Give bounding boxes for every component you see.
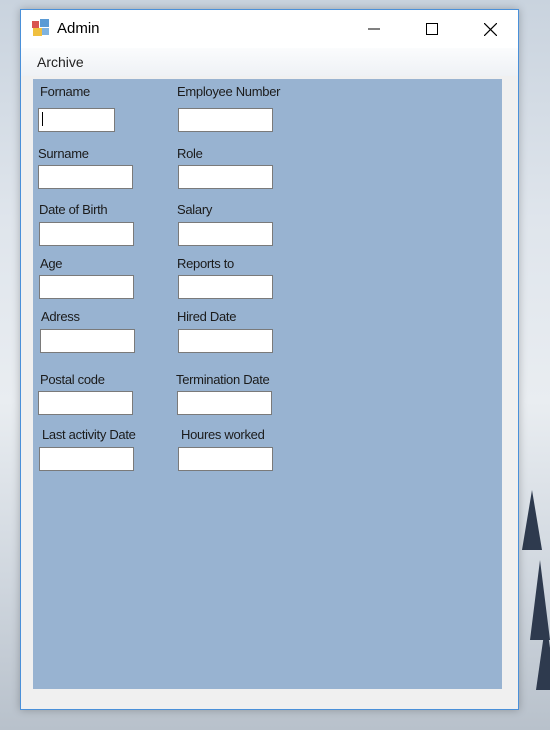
age-field[interactable]: [39, 275, 134, 299]
employee-form-panel: Forname Surname Date of Birth Age Adress…: [33, 79, 502, 689]
postal-code-field[interactable]: [38, 391, 133, 415]
date-of-birth-field[interactable]: [39, 222, 134, 246]
maximize-button[interactable]: [403, 10, 461, 48]
termination-date-field[interactable]: [177, 391, 272, 415]
termination-date-label: Termination Date: [176, 372, 270, 387]
app-form-icon: [32, 19, 49, 36]
close-button[interactable]: [461, 10, 519, 48]
employee-number-label: Employee Number: [177, 84, 281, 99]
employee-number-field[interactable]: [178, 108, 273, 132]
age-label: Age: [40, 256, 63, 271]
hired-date-label: Hired Date: [177, 309, 237, 324]
tree-decoration: [522, 490, 542, 550]
right-edge-strip: [502, 79, 518, 689]
postal-code-label: Postal code: [40, 372, 105, 387]
forname-label: Forname: [40, 84, 90, 99]
surname-field[interactable]: [38, 165, 133, 189]
salary-label: Salary: [177, 202, 213, 217]
last-activity-date-field[interactable]: [39, 447, 134, 471]
tree-decoration: [536, 620, 550, 690]
menu-bar: Archive: [21, 48, 518, 76]
menu-item-archive[interactable]: Archive: [31, 53, 90, 71]
role-field[interactable]: [178, 165, 273, 189]
minimize-button[interactable]: [345, 10, 403, 48]
surname-label: Surname: [38, 146, 89, 161]
salary-field[interactable]: [178, 222, 273, 246]
close-icon: [483, 22, 497, 36]
role-label: Role: [177, 146, 203, 161]
minimize-icon: [368, 28, 380, 30]
forname-field[interactable]: [38, 108, 115, 132]
reports-to-field[interactable]: [178, 275, 273, 299]
date-of-birth-label: Date of Birth: [39, 202, 108, 217]
reports-to-label: Reports to: [177, 256, 234, 271]
window-title: Admin: [57, 20, 100, 37]
adress-label: Adress: [41, 309, 80, 324]
houres-worked-label: Houres worked: [181, 427, 265, 442]
text-caret: [42, 112, 43, 126]
adress-field[interactable]: [40, 329, 135, 353]
title-bar[interactable]: Admin: [21, 10, 518, 48]
last-activity-date-label: Last activity Date: [42, 427, 136, 442]
admin-window: Admin Archive Forname Surname Date of Bi…: [20, 9, 519, 710]
houres-worked-field[interactable]: [178, 447, 273, 471]
hired-date-field[interactable]: [178, 329, 273, 353]
maximize-icon: [426, 23, 438, 35]
